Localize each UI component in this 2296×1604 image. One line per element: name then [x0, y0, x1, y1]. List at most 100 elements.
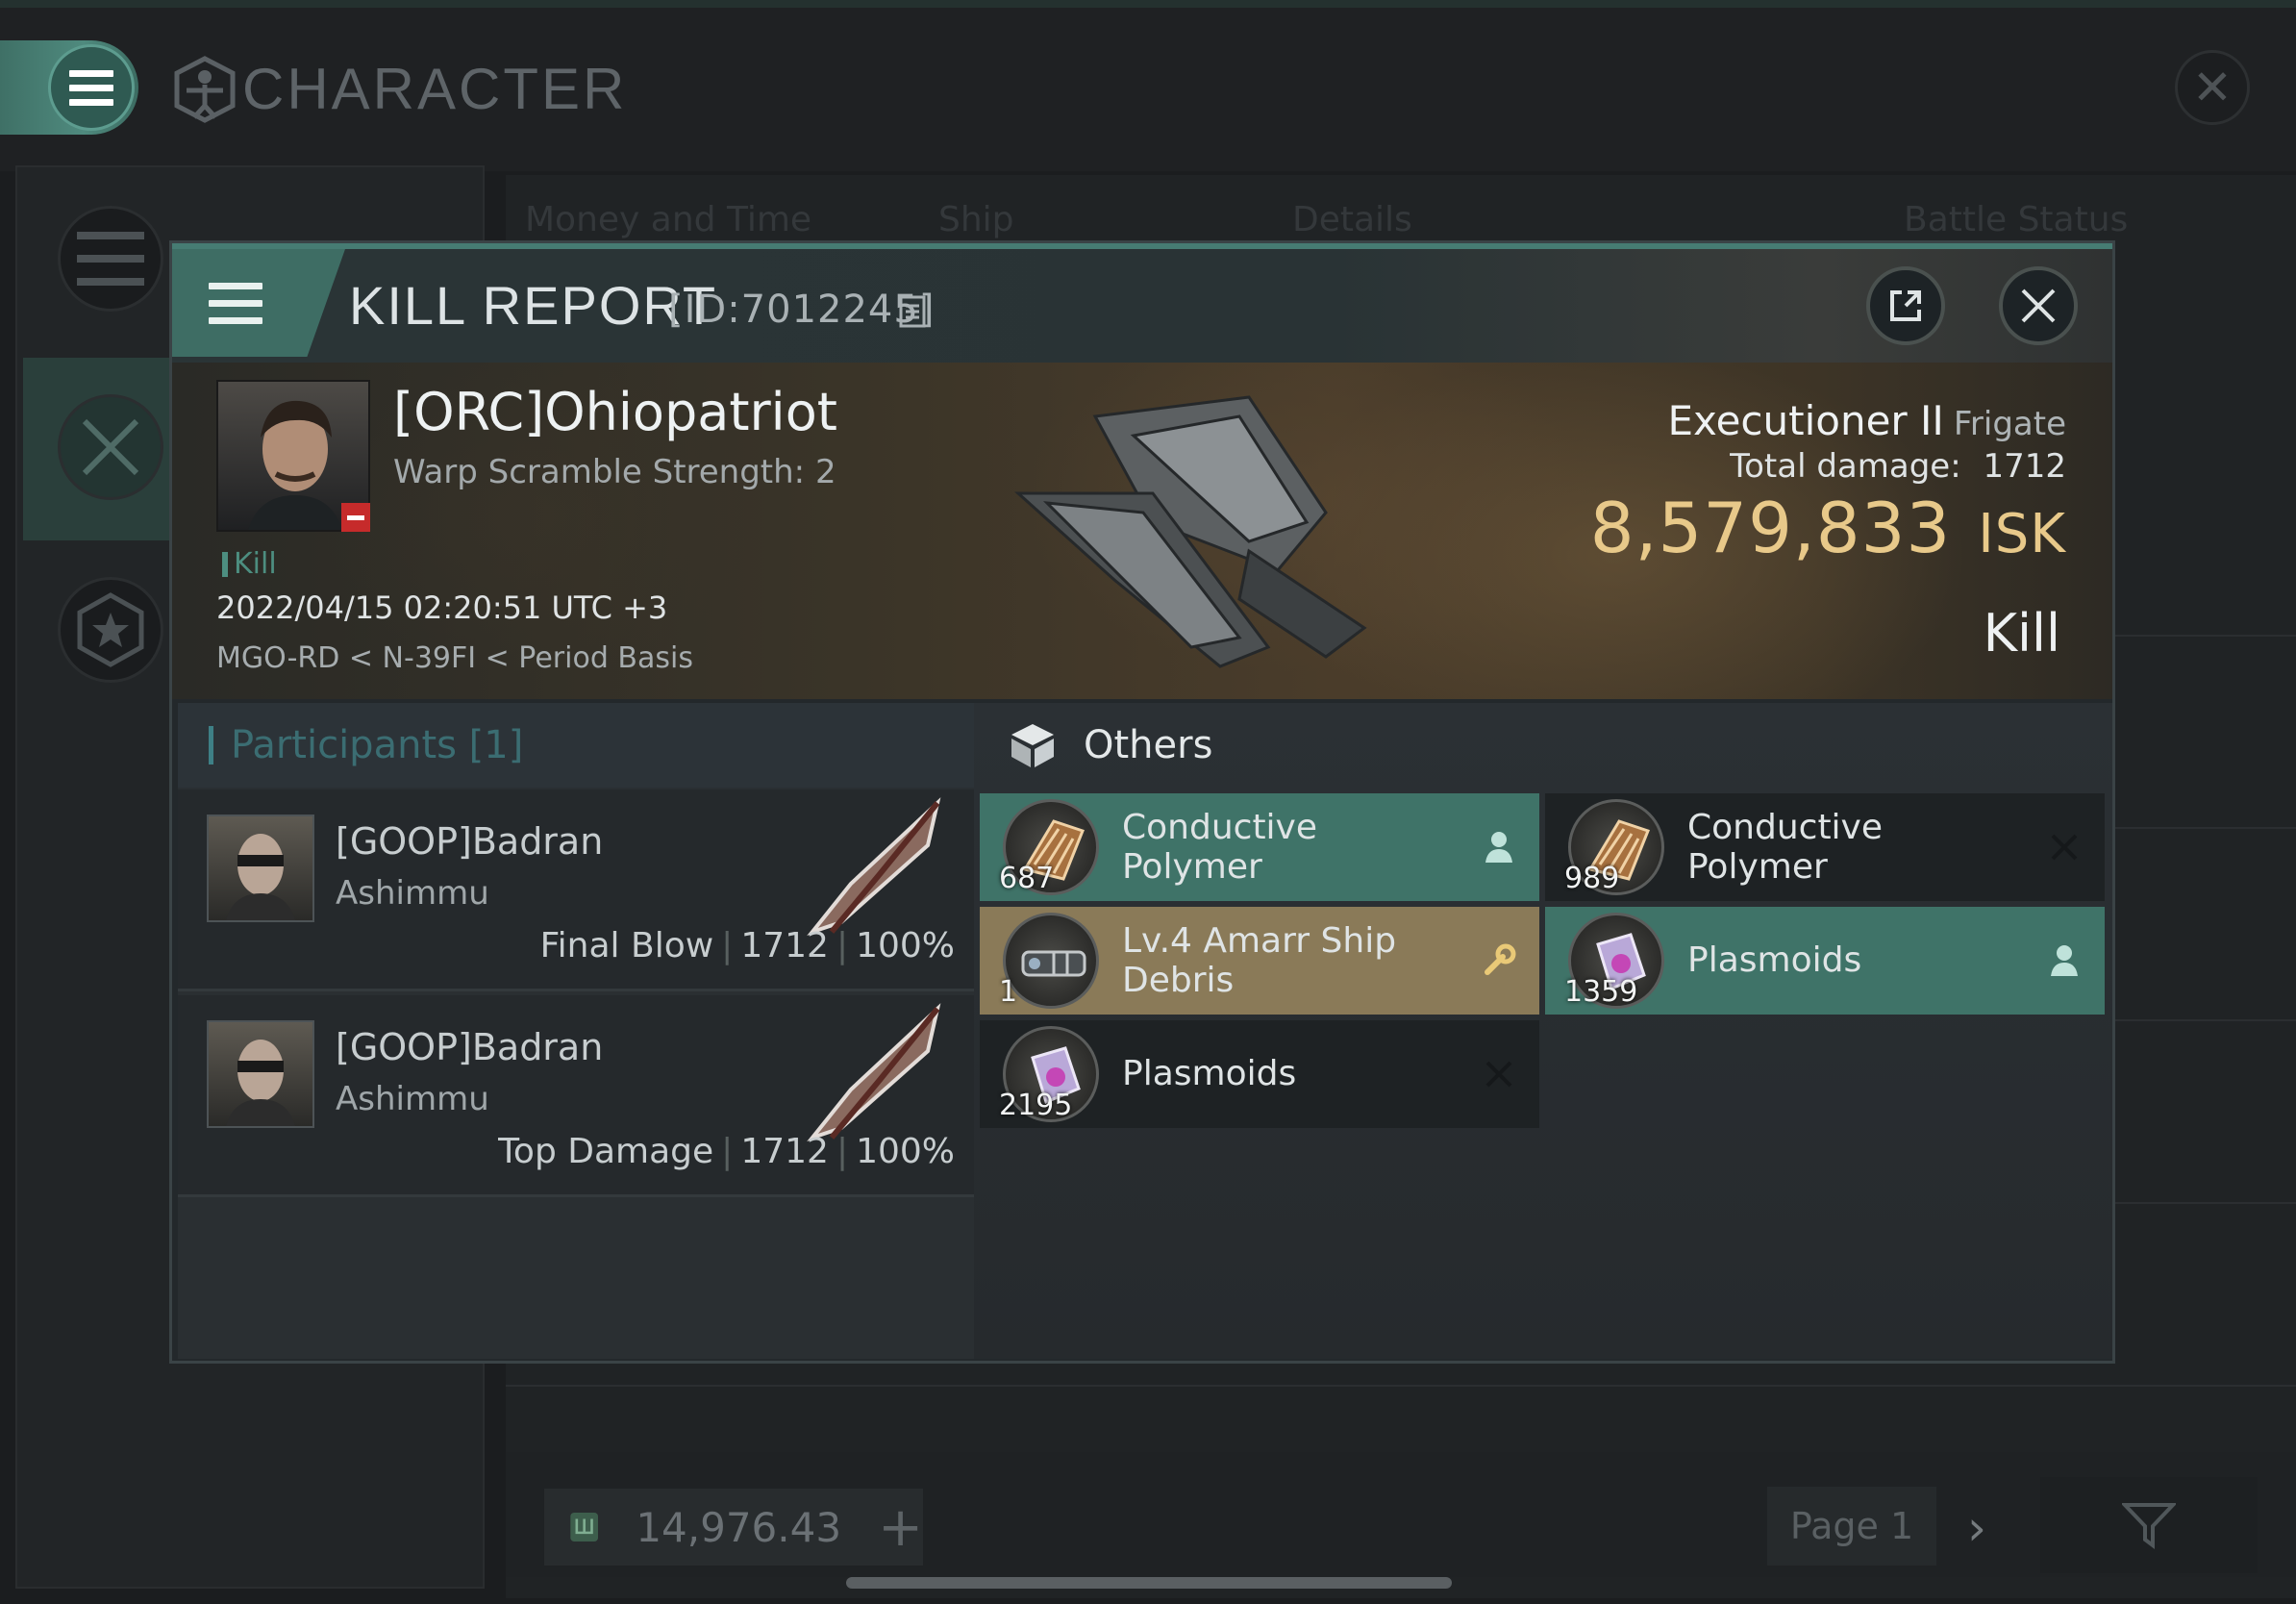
item-name: Conductive Polymer [1122, 807, 1318, 887]
item-quantity: 989 [1564, 862, 1620, 895]
loss-badge [341, 503, 370, 532]
loot-item[interactable]: 2195 Plasmoids [980, 1020, 1539, 1128]
external-link-icon [1890, 290, 1921, 321]
kill-report-dialog: KILL REPORT [ID:7012245] [ORC]Ohiopatrio… [169, 240, 2115, 1364]
next-page-button[interactable]: › [1967, 1500, 1986, 1556]
victim-name[interactable]: [ORC]Ohiopatriot [393, 382, 837, 442]
item-name: Plasmoids [1687, 940, 1862, 981]
share-button[interactable] [1866, 266, 1945, 345]
window-close-button[interactable]: ✕ [2175, 50, 2250, 125]
item-name: Plasmoids [1122, 1054, 1297, 1094]
kill-tag: Kill [222, 547, 277, 581]
isk-amount: 8,579,833 [1589, 488, 1952, 568]
close-icon: ✕ [2192, 60, 2233, 115]
wallet-value: 14,976.43 [636, 1503, 842, 1551]
participants-header: Participants [1] [178, 703, 974, 788]
victim-banner: [ORC]Ohiopatriot Warp Scramble Strength:… [172, 363, 2112, 699]
item-quantity: 2195 [999, 1089, 1073, 1122]
item-quantity: 687 [999, 862, 1055, 895]
others-header: Others [974, 703, 2112, 788]
participant-role: Final Blow [539, 926, 714, 965]
participant-row[interactable]: [GOOP]Badran Ashimmu Top Damage | 1712 | 100… [178, 995, 974, 1197]
kill-location[interactable]: MGO-RD < N-39FI < Period Basis [216, 641, 693, 675]
page-indicator: Page 1 [1767, 1487, 1936, 1566]
cube-icon [1011, 724, 1054, 767]
participant-stats: Top Damage | 1712 | 100% [498, 1132, 955, 1171]
victim-ship-image [961, 378, 1499, 695]
participant-damage: 1712 [740, 926, 829, 965]
item-name: Lv.4 Amarr Ship Debris [1122, 920, 1397, 1000]
filter-icon [2122, 1503, 2176, 1549]
column-ship[interactable]: Ship [938, 200, 1014, 239]
loot-item[interactable]: 1359 Plasmoids [1545, 907, 2105, 1015]
character-icon [173, 56, 237, 123]
result-label: Kill [1983, 603, 2060, 664]
column-battle-status[interactable]: Battle Status [1904, 200, 2128, 239]
kill-report-header: KILL REPORT [ID:7012245] [172, 243, 2112, 363]
window-title: CHARACTER [242, 57, 628, 121]
total-damage-value: 1712 [1983, 447, 2066, 486]
participant-ship-image [793, 797, 947, 941]
chevron-right-icon: › [1967, 1500, 1986, 1556]
loot-item[interactable]: 989 Conductive Polymer [1545, 793, 2105, 901]
horizontal-scrollbar[interactable] [846, 1577, 1452, 1589]
participant-row[interactable]: [GOOP]Badran Ashimmu Final Blow | 1712 | 100… [178, 789, 974, 991]
participant-role: Top Damage [498, 1132, 714, 1171]
participants-panel: Participants [1] [GOOP]Badran Ashimmu Fi… [178, 703, 974, 1359]
star-icon [77, 592, 144, 667]
participant-percent: 100% [856, 1132, 955, 1171]
wallet-icon [570, 1512, 599, 1542]
filter-button[interactable] [2040, 1477, 2258, 1573]
participant-damage: 1712 [740, 1132, 829, 1171]
participant-ship-image [793, 1003, 947, 1147]
x-icon [1480, 1055, 1518, 1093]
ship-name: Executioner II [1667, 397, 1944, 444]
list-divider [506, 1385, 2296, 1387]
participant-stats: Final Blow | 1712 | 100% [539, 926, 955, 965]
total-damage: Total damage: 1712 [1730, 447, 2066, 486]
participant-avatar[interactable] [207, 1020, 314, 1128]
kill-report-menu-button[interactable] [172, 249, 345, 357]
isk-value: 8,579,833 ISK [1590, 488, 2066, 568]
add-funds-button[interactable]: + [878, 1496, 923, 1559]
participant-ship: Ashimmu [336, 874, 489, 913]
others-panel: Others 687 Conductive Polymer 989 Conduc… [974, 703, 2112, 1359]
x-icon [2045, 828, 2084, 866]
kill-datetime: 2022/04/15 02:20:51 UTC +3 [216, 589, 668, 626]
crossed-swords-icon [82, 418, 139, 476]
total-damage-label: Total damage: [1730, 447, 1961, 486]
kill-report-id: [ID:7012245] [668, 288, 936, 332]
participant-avatar[interactable] [207, 815, 314, 922]
copy-icon[interactable] [899, 295, 926, 328]
participant-percent: 100% [856, 926, 955, 965]
ship-class: Frigate [1953, 405, 2066, 443]
top-accent-line [0, 0, 2296, 8]
participant-name[interactable]: [GOOP]Badran [336, 820, 603, 863]
loot-item[interactable]: 687 Conductive Polymer [980, 793, 1539, 901]
hamburger-icon [48, 44, 135, 131]
column-money-and-time[interactable]: Money and Time [525, 200, 811, 239]
hamburger-icon [209, 282, 262, 324]
item-quantity: 1 [999, 975, 1018, 1009]
person-icon [1480, 828, 1518, 866]
dialog-close-button[interactable] [1999, 266, 2078, 345]
victim-ship: Executioner II Frigate [1667, 397, 2066, 444]
participant-name[interactable]: [GOOP]Badran [336, 1026, 603, 1068]
item-quantity: 1359 [1564, 975, 1638, 1009]
wallet-display: 14,976.43 + [544, 1489, 923, 1566]
rail-combat-button[interactable] [58, 394, 163, 500]
rail-list-button[interactable] [58, 206, 163, 312]
column-details[interactable]: Details [1292, 200, 1412, 239]
rail-favorites-button[interactable] [58, 577, 163, 683]
main-menu-button[interactable] [0, 40, 138, 135]
item-name: Conductive Polymer [1687, 807, 1884, 887]
close-icon [2021, 288, 2056, 323]
loot-item[interactable]: 1 Lv.4 Amarr Ship Debris [980, 907, 1539, 1015]
list-icon [77, 232, 144, 286]
warp-scramble-strength: Warp Scramble Strength: 2 [393, 453, 836, 491]
kill-report-title: KILL REPORT [349, 275, 718, 336]
isk-unit: ISK [1978, 503, 2066, 565]
participant-ship: Ashimmu [336, 1080, 489, 1118]
person-icon [2045, 941, 2084, 980]
wrench-icon [1480, 941, 1518, 980]
